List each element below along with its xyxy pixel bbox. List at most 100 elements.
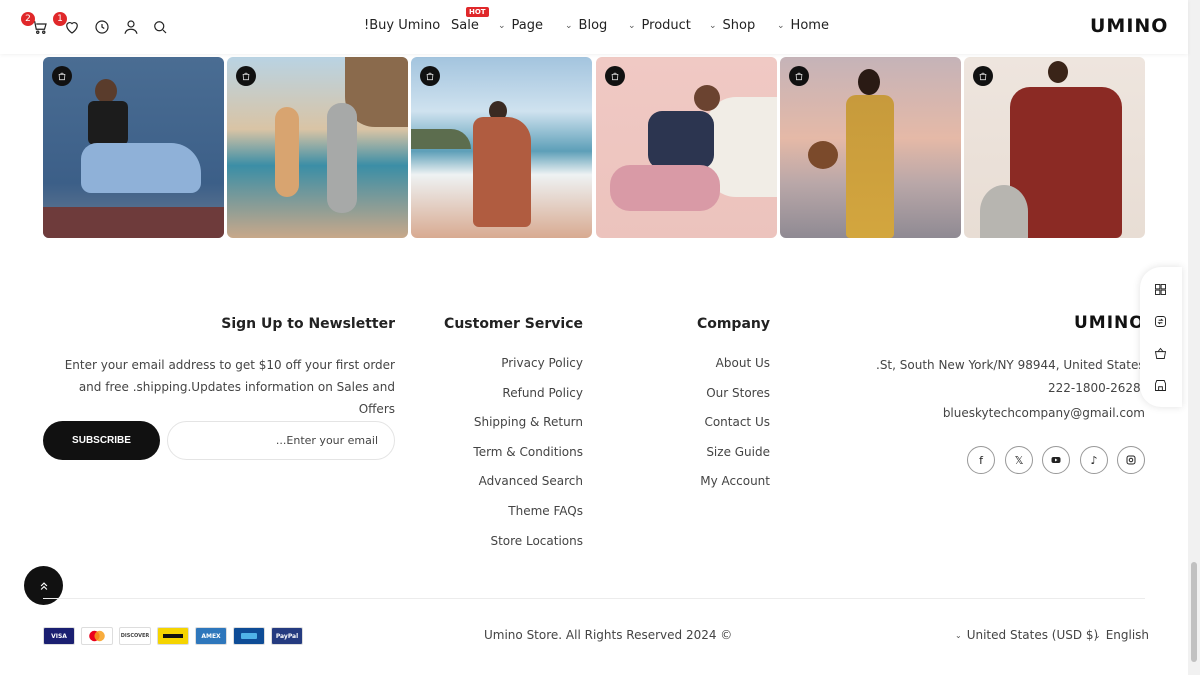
payment-icon-yellow	[157, 627, 189, 645]
facebook-icon[interactable]: f	[967, 446, 995, 474]
cart-button[interactable]: 2	[21, 12, 50, 37]
store-email[interactable]: blueskytechcompany@gmail.com	[943, 406, 1145, 420]
nav-label: Page	[511, 18, 544, 33]
gallery-image[interactable]	[964, 57, 1145, 238]
nav-label: Shop	[722, 18, 756, 33]
quick-shop-button[interactable]	[236, 66, 256, 86]
site-header: 2 1 !Buy Umino HOT Sale ⌄ Page ⌄ Blog ⌄ …	[0, 0, 1188, 54]
wishlist-count-badge: 1	[53, 12, 67, 26]
copyright-text: Umino Store. All Rights Reserved 2024 ©	[484, 628, 733, 642]
grid-icon[interactable]	[1152, 281, 1168, 297]
company-title: Company	[696, 316, 770, 332]
language-label: English	[1105, 628, 1150, 642]
payment-icon-blue	[233, 627, 265, 645]
subscribe-button[interactable]: SUBSCRIBE	[43, 421, 160, 460]
quick-shop-button[interactable]	[420, 66, 440, 86]
shopping-bag-icon	[611, 72, 619, 81]
chevron-down-icon: ⌄	[565, 20, 573, 31]
footer-link-about-us[interactable]: About Us	[716, 356, 770, 370]
chevron-down-icon: ⌄	[955, 630, 962, 640]
chevron-down-icon: ⌄	[777, 20, 785, 31]
shopping-bag-icon	[795, 72, 803, 81]
x-icon[interactable]: 𝕏	[1005, 446, 1033, 474]
nav-label: Sale	[451, 18, 479, 33]
footer-divider	[43, 598, 1145, 599]
scroll-to-top-button[interactable]	[24, 566, 63, 605]
nav-sale[interactable]: Sale	[451, 18, 479, 33]
nav-label: Product	[641, 18, 691, 33]
search-button[interactable]	[150, 17, 170, 37]
footer-link-contact-us[interactable]: Contact Us	[704, 415, 770, 429]
email-field[interactable]	[167, 421, 395, 460]
chevron-up-icon	[40, 581, 47, 590]
nav-buy-umino[interactable]: !Buy Umino	[364, 18, 440, 33]
quick-shop-button[interactable]	[605, 66, 625, 86]
nav-label: Home	[790, 18, 829, 33]
mastercard-icon	[81, 627, 113, 645]
shopping-bag-icon	[426, 72, 434, 81]
basket-icon[interactable]	[1152, 345, 1168, 361]
nav-blog[interactable]: ⌄ Blog	[565, 18, 607, 33]
paypal-icon: PayPal	[271, 627, 303, 645]
gallery-image[interactable]	[780, 57, 961, 238]
footer-link-my-account[interactable]: My Account	[700, 474, 770, 488]
chevron-down-icon: ⌄	[628, 20, 636, 31]
search-icon	[154, 21, 167, 34]
quick-shop-button[interactable]	[52, 66, 72, 86]
store-icon[interactable]	[1152, 377, 1168, 393]
compare-icon[interactable]	[1152, 313, 1168, 329]
store-phone: 222-1800-2628-	[1048, 381, 1145, 395]
youtube-icon[interactable]	[1042, 446, 1070, 474]
chevron-down-icon: ⌄	[498, 20, 506, 31]
footer-link-theme-faqs[interactable]: Theme FAQs	[508, 504, 583, 518]
footer-link-advanced-search[interactable]: Advanced Search	[479, 474, 583, 488]
nav-shop[interactable]: ⌄ Shop	[709, 18, 755, 33]
cart-count-badge: 2	[21, 12, 35, 26]
footer-link-shipping-return[interactable]: Shipping & Return	[474, 415, 583, 429]
nav-label: !Buy Umino	[364, 18, 441, 33]
hot-badge: HOT	[466, 7, 489, 17]
customer-service-title: Customer Service	[444, 316, 583, 332]
scrollbar-thumb[interactable]	[1191, 562, 1197, 662]
quick-shop-button[interactable]	[789, 66, 809, 86]
newsletter-title: Sign Up to Newsletter	[221, 316, 395, 332]
chevron-down-icon: ⌄	[709, 20, 717, 31]
newsletter-description: Enter your email address to get $10 off …	[64, 358, 395, 416]
gallery-image[interactable]	[227, 57, 408, 238]
footer-link-store-locations[interactable]: Store Locations	[490, 534, 583, 548]
footer-link-size-guide[interactable]: Size Guide	[706, 445, 770, 459]
shopping-bag-icon	[242, 72, 250, 81]
currency-selector[interactable]: ⌄ United States (USD $)	[955, 628, 1098, 642]
footer-link-our-stores[interactable]: Our Stores	[706, 386, 770, 400]
amex-icon: AMEX	[195, 627, 227, 645]
nav-label: Blog	[578, 18, 608, 33]
clock-icon	[95, 20, 109, 34]
nav-page[interactable]: ⌄ Page	[498, 18, 543, 33]
footer-link-terms[interactable]: Term & Conditions	[473, 445, 583, 459]
user-icon	[124, 20, 138, 34]
nav-product[interactable]: ⌄ Product	[628, 18, 691, 33]
shopping-bag-icon	[979, 72, 987, 81]
store-address: .St, South New York/NY 98944, United Sta…	[876, 358, 1145, 372]
scrollbar[interactable]	[1188, 0, 1200, 675]
recently-viewed-button[interactable]	[92, 17, 112, 37]
tiktok-icon[interactable]: ♪	[1080, 446, 1108, 474]
instagram-icon[interactable]	[1117, 446, 1145, 474]
floating-side-panel	[1140, 267, 1182, 407]
wishlist-button[interactable]: 1	[53, 12, 82, 37]
footer-link-refund-policy[interactable]: Refund Policy	[502, 386, 583, 400]
gallery-image[interactable]	[596, 57, 777, 238]
visa-icon: VISA	[43, 627, 75, 645]
discover-icon: DISCOVER	[119, 627, 151, 645]
language-selector[interactable]: ⌄ English	[1094, 628, 1149, 642]
gallery-image[interactable]	[43, 57, 224, 238]
chevron-down-icon: ⌄	[1094, 630, 1101, 640]
currency-label: United States (USD $)	[966, 628, 1099, 642]
site-logo[interactable]: UMINO	[1090, 15, 1168, 37]
account-button[interactable]	[121, 17, 141, 37]
nav-home[interactable]: ⌄ Home	[777, 18, 829, 33]
quick-shop-button[interactable]	[973, 66, 993, 86]
gallery-image[interactable]	[411, 57, 592, 238]
shopping-bag-icon	[58, 72, 66, 81]
footer-link-privacy-policy[interactable]: Privacy Policy	[501, 356, 583, 370]
